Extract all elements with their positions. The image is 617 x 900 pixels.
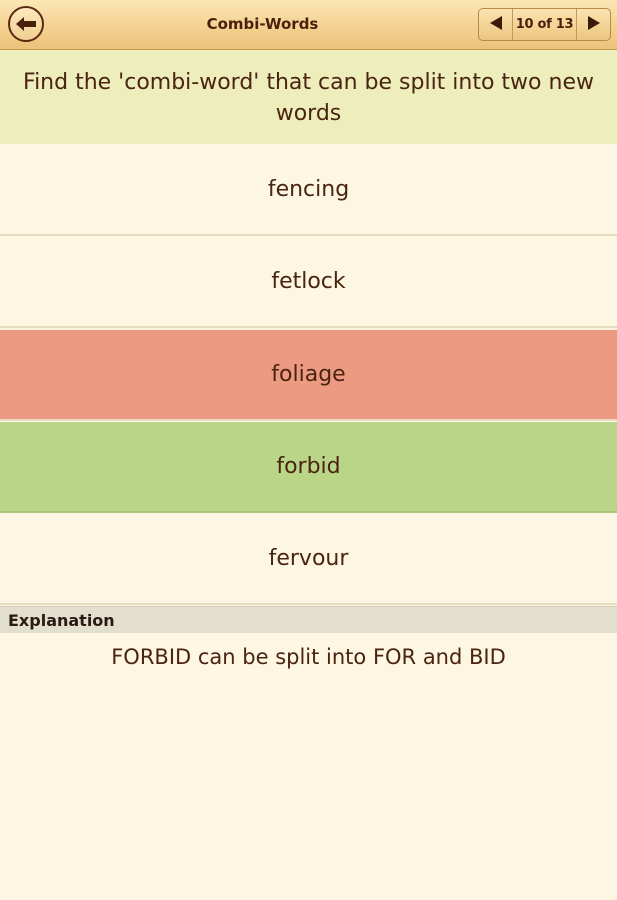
- question-pager: 10 of 13: [478, 8, 611, 41]
- explanation-heading: Explanation: [0, 606, 617, 633]
- back-arrow-icon: [15, 16, 37, 32]
- header-bar: Combi-Words 10 of 13: [0, 0, 617, 50]
- page-title: Combi-Words: [206, 15, 319, 33]
- back-button[interactable]: [8, 6, 44, 42]
- answer-option-2[interactable]: fetlock: [0, 237, 617, 328]
- question-text: Find the 'combi-word' that can be split …: [0, 50, 617, 144]
- answer-option-5[interactable]: fervour: [0, 514, 617, 605]
- previous-question-button[interactable]: [479, 9, 513, 40]
- answer-option-3-wrong[interactable]: foliage: [0, 330, 617, 421]
- next-question-button[interactable]: [576, 9, 610, 40]
- answer-option-1[interactable]: fencing: [0, 145, 617, 236]
- triangle-left-icon: [489, 15, 503, 35]
- explanation-text: FORBID can be split into FOR and BID: [111, 645, 506, 669]
- question-counter: 10 of 13: [515, 17, 574, 32]
- answer-option-4-correct[interactable]: forbid: [0, 422, 617, 513]
- triangle-right-icon: [587, 15, 601, 35]
- app-screen: Combi-Words 10 of 13 Find the 'combi-wor…: [0, 0, 617, 900]
